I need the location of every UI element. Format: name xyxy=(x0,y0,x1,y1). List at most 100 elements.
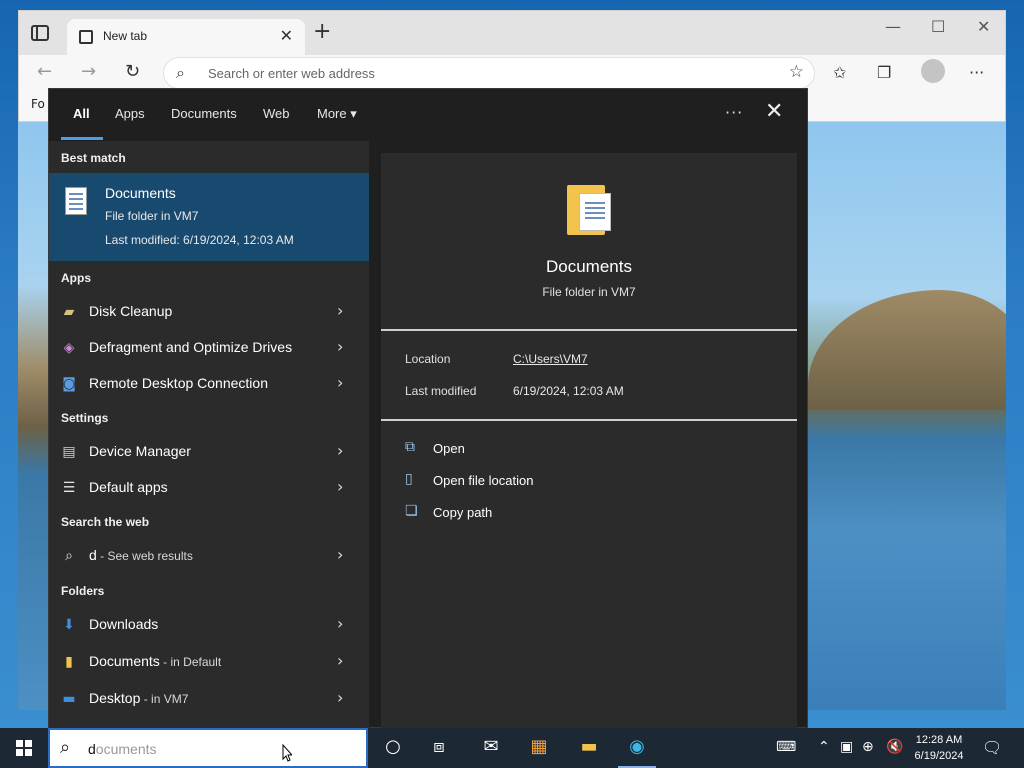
web-query: d xyxy=(89,547,97,563)
chevron-up-icon[interactable]: ⌃ xyxy=(818,739,830,755)
chevron-right-icon[interactable]: › xyxy=(337,337,343,356)
address-bar[interactable]: ⌕ Search or enter web address ☆ xyxy=(163,57,815,89)
location-label: Location xyxy=(405,352,451,366)
folders-header: Folders xyxy=(61,584,105,598)
search-results-list: Best match Documents File folder in VM7 … xyxy=(49,141,369,729)
preview-pane: Documents File folder in VM7 Location C:… xyxy=(381,153,797,729)
folder-location: - in VM7 xyxy=(140,692,189,706)
filter-tab-apps[interactable]: Apps xyxy=(115,106,145,121)
close-window-button[interactable]: ✕ xyxy=(977,17,990,36)
task-view-button[interactable]: ⧈ xyxy=(416,728,462,768)
folder-icon: ▮ xyxy=(65,654,73,670)
windows-search-panel: All Apps Documents Web More ▾ ··· ✕ Best… xyxy=(48,88,808,729)
list-item-downloads[interactable]: ⬇ Downloads › xyxy=(49,608,369,642)
best-match-header: Best match xyxy=(61,151,126,165)
mail-icon: ✉ xyxy=(483,736,499,757)
folder-location: - in Default xyxy=(159,655,222,669)
open-action[interactable]: ⧉ Open xyxy=(405,437,705,461)
mouse-cursor-icon xyxy=(282,744,292,762)
keyboard-icon[interactable]: ⌨ xyxy=(776,739,796,755)
filter-tab-more[interactable]: More ▾ xyxy=(317,106,357,122)
chevron-right-icon[interactable]: › xyxy=(337,477,343,496)
settings-more-button[interactable]: ··· xyxy=(969,63,984,82)
list-item-label: Default apps xyxy=(89,479,168,495)
disk-cleanup-icon: ▰ xyxy=(63,304,75,320)
filter-tab-all[interactable]: All xyxy=(73,106,90,121)
action-label: Open xyxy=(433,441,465,456)
search-input[interactable]: documents xyxy=(88,741,157,757)
browser-toolbar: ← → ↻ ⌕ Search or enter web address ☆ ✩ … xyxy=(19,55,1005,91)
location-link[interactable]: C:\Users\VM7 xyxy=(513,352,588,366)
add-favorite-icon[interactable]: ☆ xyxy=(789,62,804,82)
maximize-button[interactable]: ☐ xyxy=(931,17,945,36)
options-button[interactable]: ··· xyxy=(725,103,743,122)
favorites-bar-item[interactable]: Fo xyxy=(31,97,49,111)
file-explorer-button[interactable]: ▬ xyxy=(566,728,612,768)
taskbar-search-box[interactable]: ⌕ documents xyxy=(48,728,368,768)
apps-header: Apps xyxy=(61,271,91,285)
divider xyxy=(381,329,797,331)
tab-close-icon[interactable]: ✕ xyxy=(280,26,293,45)
network-icon[interactable]: ⊕ xyxy=(862,739,874,755)
open-file-location-action[interactable]: ▯ Open file location xyxy=(405,469,705,493)
best-match-title: Documents xyxy=(105,185,176,201)
tab-new-tab[interactable]: New tab ✕ xyxy=(67,19,305,55)
meet-now-icon[interactable]: ▣ xyxy=(840,739,853,755)
windows-logo-icon xyxy=(16,740,32,756)
device-manager-icon: ▤ xyxy=(62,444,76,460)
filter-tab-documents[interactable]: Documents xyxy=(171,106,237,121)
documents-folder-large-icon xyxy=(567,181,613,235)
collections-icon[interactable]: ❐ xyxy=(877,63,891,82)
best-match-modified: Last modified: 6/19/2024, 12:03 AM xyxy=(105,233,294,247)
notification-center-icon[interactable]: 🗨 xyxy=(982,738,1002,757)
search-filter-bar: All Apps Documents Web More ▾ ··· ✕ xyxy=(49,89,807,141)
list-item-label: Disk Cleanup xyxy=(89,303,173,319)
list-item-documents[interactable]: ▮ Documents - in Default › xyxy=(49,645,369,679)
chevron-right-icon[interactable]: › xyxy=(337,614,343,633)
volume-muted-icon[interactable]: 🔇 xyxy=(886,739,903,755)
search-web-header: Search the web xyxy=(61,515,150,529)
preview-title: Documents xyxy=(546,257,632,276)
minimize-button[interactable]: — xyxy=(885,17,901,36)
list-item-label: Desktop - in VM7 xyxy=(89,690,188,706)
filter-tab-web[interactable]: Web xyxy=(263,106,290,121)
start-button[interactable] xyxy=(0,728,48,768)
chevron-right-icon[interactable]: › xyxy=(337,651,343,670)
chevron-right-icon[interactable]: › xyxy=(337,545,343,564)
web-results-suffix: - See web results xyxy=(96,549,193,563)
chevron-right-icon[interactable]: › xyxy=(337,441,343,460)
close-search-button[interactable]: ✕ xyxy=(765,99,783,124)
store-app-button[interactable]: ▦ xyxy=(516,728,562,768)
download-icon: ⬇ xyxy=(63,617,75,633)
profile-avatar[interactable] xyxy=(921,59,945,83)
clock-time: 12:28 AM xyxy=(915,734,963,746)
list-item-desktop[interactable]: ▬ Desktop - in VM7 › xyxy=(49,682,369,716)
mail-app-button[interactable]: ✉ xyxy=(468,728,514,768)
back-button[interactable]: ← xyxy=(37,61,52,82)
edge-app-button[interactable]: ◉ xyxy=(614,728,660,768)
folder-name: Documents xyxy=(89,653,160,669)
wallpaper-landscape-left xyxy=(18,120,48,710)
list-item-device-manager[interactable]: ▤ Device Manager › xyxy=(49,435,369,469)
chevron-right-icon[interactable]: › xyxy=(337,373,343,392)
list-item-default-apps[interactable]: ☰ Default apps › xyxy=(49,471,369,505)
list-item-defragment[interactable]: ◈ Defragment and Optimize Drives › xyxy=(49,331,369,365)
folder-name: Downloads xyxy=(89,616,159,632)
new-tab-button[interactable]: + xyxy=(313,21,331,43)
action-label: Copy path xyxy=(433,505,493,520)
chevron-right-icon[interactable]: › xyxy=(337,688,343,707)
refresh-button[interactable]: ↻ xyxy=(125,61,140,82)
copy-path-action[interactable]: ❏ Copy path xyxy=(405,501,705,525)
forward-button[interactable]: → xyxy=(81,61,96,82)
system-clock[interactable]: 12:28 AM 6/19/2024 xyxy=(904,732,974,764)
cortana-button[interactable]: ○ xyxy=(370,728,416,768)
edge-icon: ◉ xyxy=(629,736,645,757)
list-item-web-search[interactable]: ⌕ d - See web results › xyxy=(49,539,369,573)
list-item-disk-cleanup[interactable]: ▰ Disk Cleanup › xyxy=(49,295,369,329)
chevron-right-icon[interactable]: › xyxy=(337,301,343,320)
active-tab-indicator xyxy=(61,137,103,140)
best-match-item[interactable]: Documents File folder in VM7 Last modifi… xyxy=(49,173,369,261)
favorites-icon[interactable]: ✩ xyxy=(833,63,846,82)
tab-actions-icon[interactable] xyxy=(31,25,49,41)
list-item-remote-desktop[interactable]: ◙ Remote Desktop Connection › xyxy=(49,367,369,401)
